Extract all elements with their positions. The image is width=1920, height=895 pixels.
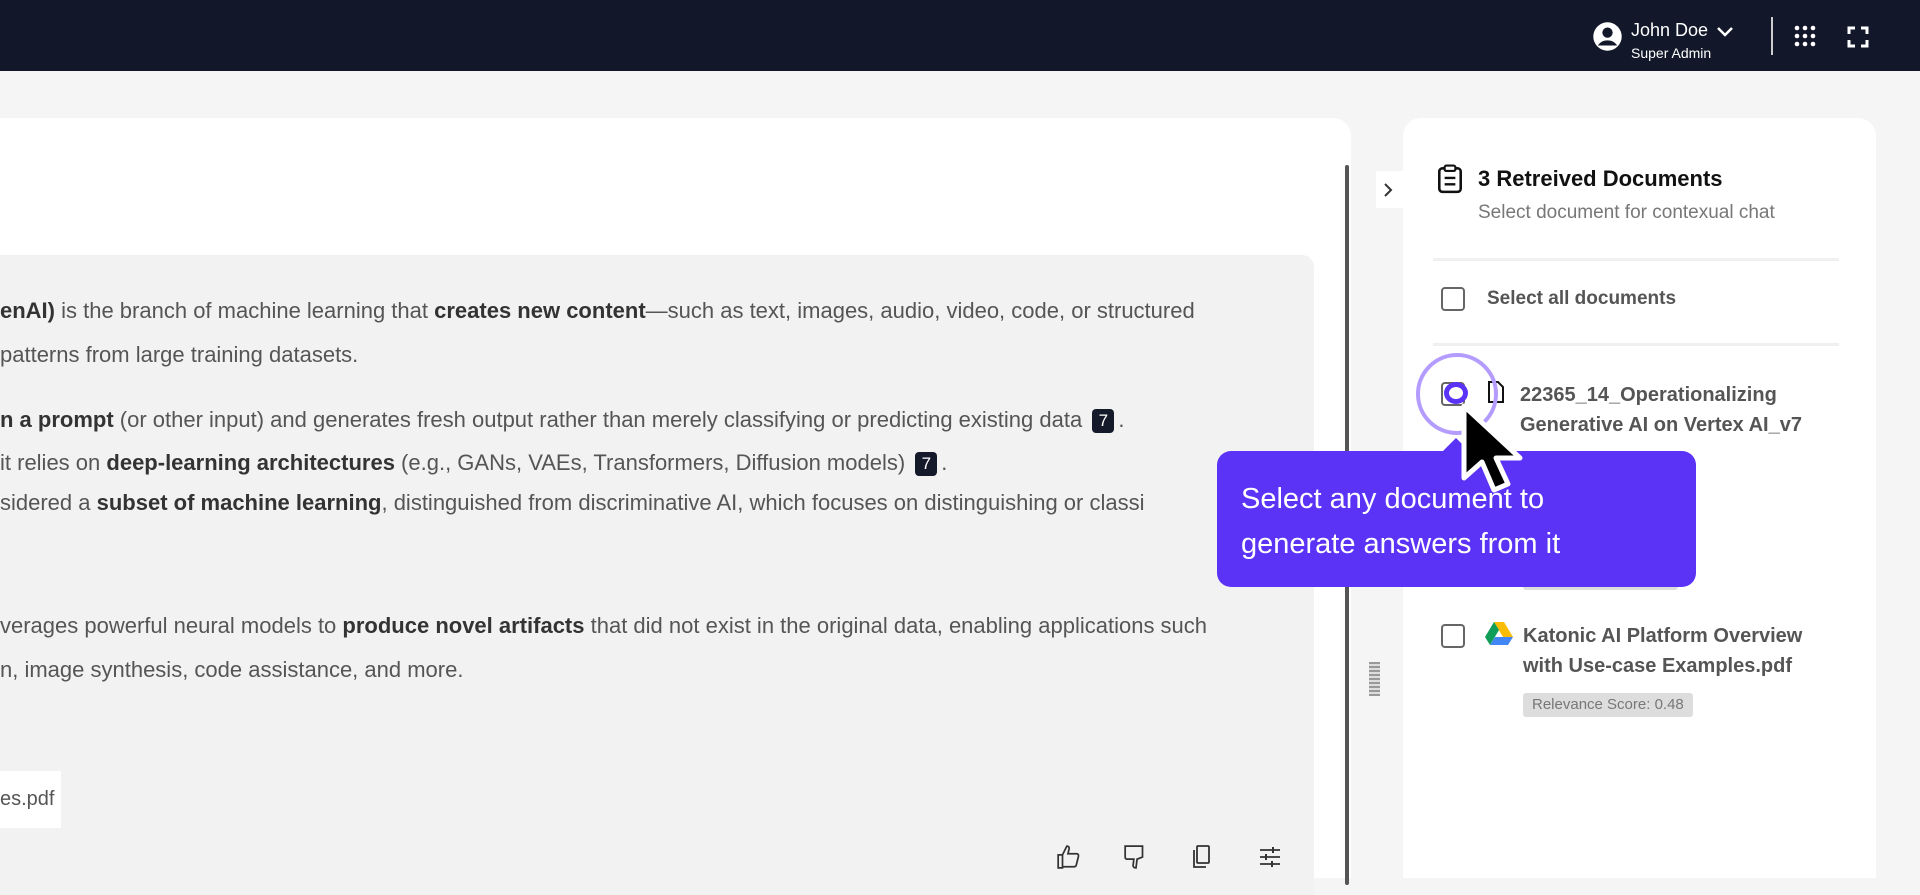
tooltip-text-line: Select any document to [1241, 483, 1545, 515]
tune-settings-icon[interactable] [1258, 844, 1282, 870]
panel-title: 3 Retreived Documents [1478, 166, 1723, 191]
bold-text: enAI) [0, 298, 55, 323]
bold-text: deep-learning architectures [106, 450, 395, 475]
text-segment: it relies on [0, 450, 107, 475]
text-segment: . [1118, 407, 1125, 432]
top-bar: John Doe Super Admin [0, 0, 1920, 71]
text-segment: patterns from large training datasets. [0, 342, 359, 367]
user-role: Super Admin [1631, 45, 1712, 61]
text-segment: . [941, 450, 948, 475]
bold-text: n a prompt [0, 407, 114, 432]
user-name[interactable]: John Doe [1631, 20, 1708, 41]
answer-message: enAI) is the branch of machine learning … [0, 255, 1314, 895]
divider [1771, 17, 1773, 55]
answer-text-line: sidered a subset of machine learning, di… [0, 488, 1145, 518]
resize-handle[interactable] [1369, 662, 1380, 696]
text-segment: is the branch of machine learning that [55, 298, 435, 323]
thumbs-down-icon[interactable] [1123, 844, 1149, 870]
text-segment: that did not exist in the original data,… [584, 613, 1208, 638]
text-segment: (e.g., GANs, VAEs, Transformers, Diffusi… [394, 450, 912, 475]
chevron-down-icon[interactable] [1716, 26, 1734, 38]
chevron-right-icon [1384, 183, 1393, 197]
collapse-panel-button[interactable] [1376, 171, 1403, 208]
answer-text-line: patterns from large training datasets. [0, 340, 358, 370]
user-avatar-icon[interactable] [1592, 21, 1623, 52]
thumbs-up-icon[interactable] [1056, 844, 1082, 870]
relevance-badge: Relevance Score: 0.48 [1523, 693, 1693, 717]
divider [1433, 258, 1839, 261]
bold-text: creates new content [434, 298, 646, 323]
citation-badge[interactable]: 7 [1092, 409, 1115, 433]
select-all-label[interactable]: Select all documents [1487, 288, 1676, 310]
bold-text: subset of machine learning [96, 490, 382, 515]
document-checkbox[interactable] [1441, 624, 1465, 648]
bold-text: produce novel artifacts [342, 613, 585, 638]
apps-grid-icon[interactable] [1793, 24, 1817, 48]
fullscreen-icon[interactable] [1847, 26, 1869, 48]
onboarding-tooltip: Select any document to generate answers … [1217, 451, 1696, 587]
select-all-checkbox[interactable] [1441, 287, 1465, 311]
document-title[interactable]: 22365_14_Operationalizing Generative AI … [1520, 380, 1820, 440]
text-segment: sidered a [0, 490, 97, 515]
source-document-chip[interactable]: es.pdf [0, 771, 61, 828]
text-segment: n, image synthesis, code assistance, and… [0, 657, 464, 682]
citation-badge[interactable]: 7 [915, 452, 938, 476]
clipboard-icon [1438, 164, 1462, 194]
answer-text-line: enAI) is the branch of machine learning … [0, 296, 1195, 326]
google-drive-icon [1485, 622, 1513, 645]
text-segment: verages powerful neural models to [0, 613, 343, 638]
answer-text-line: n, image synthesis, code assistance, and… [0, 655, 463, 685]
answer-text-line: n a prompt (or other input) and generate… [0, 405, 1124, 435]
copy-icon[interactable] [1190, 844, 1214, 870]
text-segment: (or other input) and generates fresh out… [113, 407, 1089, 432]
document-title[interactable]: Katonic AI Platform Overview with Use-ca… [1523, 621, 1823, 681]
divider [1433, 343, 1839, 346]
tooltip-text-line: generate answers from it [1241, 528, 1561, 560]
answer-text-line: it relies on deep-learning architectures… [0, 448, 947, 478]
answer-text-line: verages powerful neural models to produc… [0, 611, 1207, 641]
mouse-cursor-icon [1461, 403, 1523, 493]
panel-subtitle: Select document for contexual chat [1478, 202, 1775, 223]
text-segment: , distinguished from discriminative AI, … [381, 490, 1145, 515]
text-segment: —such as text, images, audio, video, cod… [645, 298, 1195, 323]
